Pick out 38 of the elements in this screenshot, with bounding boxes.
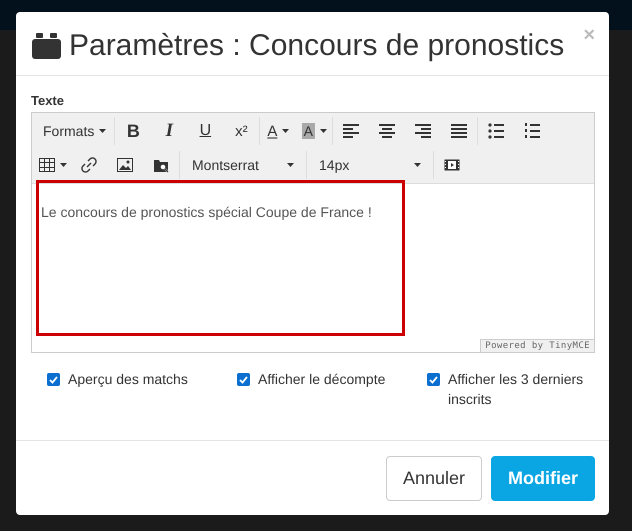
align-left-icon	[343, 123, 360, 139]
bullet-list-icon	[488, 123, 504, 139]
highlight-color-button[interactable]: A	[296, 116, 332, 146]
caret-icon	[320, 129, 328, 133]
align-right-icon	[415, 123, 432, 139]
table-icon	[39, 157, 55, 173]
checkbox-label: Aperçu des matchs	[68, 370, 188, 389]
cancel-button[interactable]: Annuler	[386, 456, 482, 501]
powered-by-link[interactable]: Powered by TinyMCE	[480, 339, 594, 352]
link-icon	[81, 157, 97, 173]
caret-icon	[60, 163, 67, 167]
caret-icon	[282, 129, 290, 133]
image-icon	[117, 157, 133, 173]
field-label: Texte	[31, 93, 64, 108]
italic-button[interactable]: I	[151, 116, 188, 146]
caret-icon	[414, 163, 421, 167]
numbered-list-icon	[524, 123, 540, 139]
folder-search-icon	[153, 157, 169, 173]
superscript-button[interactable]: x²	[223, 116, 260, 146]
text-color-button[interactable]: A	[260, 116, 296, 146]
underline-button[interactable]: U	[187, 116, 224, 146]
align-justify-icon	[451, 123, 468, 139]
align-center-icon	[379, 123, 396, 139]
film-icon	[444, 157, 460, 173]
font-select[interactable]: Montserrat	[180, 150, 306, 180]
toolbox-icon	[32, 33, 61, 59]
checkbox[interactable]	[237, 373, 250, 386]
bold-button[interactable]: B	[115, 116, 152, 146]
checkbox-label: Afficher le décompte	[258, 370, 386, 389]
dialog-title: Paramètres : Concours de pronostics	[69, 29, 564, 63]
formats-menu[interactable]: Formats	[35, 116, 114, 146]
font-select[interactable]: 14px	[307, 150, 433, 180]
caret-icon	[99, 129, 106, 133]
caret-icon	[287, 163, 294, 167]
checkbox-label: Afficher les 3 derniers inscrits	[448, 370, 584, 409]
editor-text[interactable]: Le concours de pronostics spécial Coupe de France !	[41, 204, 586, 220]
checkbox[interactable]	[47, 373, 60, 386]
checkbox[interactable]	[427, 373, 440, 386]
